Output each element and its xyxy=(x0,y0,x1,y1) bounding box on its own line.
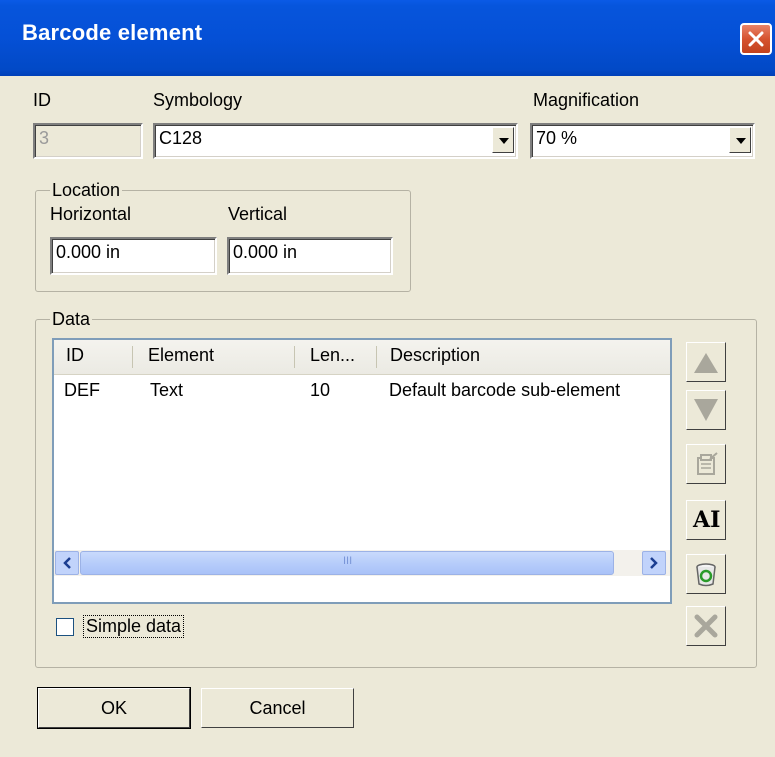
column-header-id[interactable]: ID xyxy=(54,340,132,374)
delete-x-icon xyxy=(694,614,718,638)
arrow-up-icon xyxy=(694,353,718,373)
close-icon xyxy=(748,31,764,47)
row-length: 10 xyxy=(310,380,331,400)
id-field: 3 xyxy=(33,123,143,159)
barcode-element-dialog: Barcode element ID 3 Symbology C128 Magn… xyxy=(0,0,775,757)
arrow-down-icon xyxy=(694,399,718,421)
chevron-down-icon xyxy=(736,138,746,144)
properties-button[interactable] xyxy=(686,444,726,484)
id-label: ID xyxy=(33,90,51,110)
symbology-label: Symbology xyxy=(153,90,243,110)
properties-icon xyxy=(697,452,718,475)
window-title: Barcode element xyxy=(22,20,203,45)
magnification-dropdown[interactable]: 70 % xyxy=(530,123,755,159)
horizontal-label: Horizontal xyxy=(50,204,132,224)
recycle-bin-icon xyxy=(696,563,716,587)
data-list[interactable]: ID Element Len... Description DEF Text 1… xyxy=(52,338,672,604)
cancel-button[interactable]: Cancel xyxy=(201,688,354,728)
scroll-grip: III xyxy=(343,555,353,567)
simple-data-label[interactable]: Simple data xyxy=(82,615,185,638)
scroll-left-button[interactable] xyxy=(55,551,79,575)
column-header-length[interactable]: Len... xyxy=(298,340,378,374)
data-legend: Data xyxy=(50,309,93,330)
scroll-right-button[interactable] xyxy=(642,551,666,575)
scroll-thumb[interactable]: III xyxy=(80,551,614,575)
magnification-label: Magnification xyxy=(533,90,640,110)
chevron-down-icon xyxy=(499,138,509,144)
title-bar[interactable]: Barcode element xyxy=(0,0,775,76)
row-id: DEF xyxy=(64,380,100,400)
column-header-element[interactable]: Element xyxy=(136,340,294,374)
location-legend: Location xyxy=(50,180,123,201)
row-element: Text xyxy=(150,380,184,400)
symbology-dropdown-arrow[interactable] xyxy=(492,127,514,153)
row-description: Default barcode sub-element xyxy=(389,380,621,400)
column-header-description[interactable]: Description xyxy=(378,340,668,374)
close-button[interactable] xyxy=(740,23,772,55)
list-header: ID Element Len... Description xyxy=(54,340,670,375)
ok-button[interactable]: OK xyxy=(37,687,191,729)
magnification-value: 70 % xyxy=(536,128,578,148)
horizontal-input[interactable]: 0.000 in xyxy=(50,237,217,275)
move-up-button[interactable] xyxy=(686,342,726,382)
magnification-dropdown-arrow[interactable] xyxy=(729,127,751,153)
horizontal-scrollbar[interactable]: III xyxy=(54,550,670,576)
chevron-right-icon xyxy=(650,557,658,569)
vertical-input[interactable]: 0.000 in xyxy=(227,237,393,275)
symbology-value: C128 xyxy=(159,128,203,148)
ai-button-label: AI xyxy=(693,507,721,533)
chevron-left-icon xyxy=(63,557,71,569)
delete-button[interactable] xyxy=(686,606,726,646)
symbology-dropdown[interactable]: C128 xyxy=(153,123,518,159)
simple-data-checkbox[interactable] xyxy=(56,618,74,636)
vertical-label: Vertical xyxy=(228,204,288,224)
ai-button[interactable]: AI xyxy=(686,500,726,540)
table-row[interactable]: DEF Text 10 Default barcode sub-element xyxy=(54,376,670,406)
move-down-button[interactable] xyxy=(686,390,726,430)
recycle-button[interactable] xyxy=(686,554,726,594)
